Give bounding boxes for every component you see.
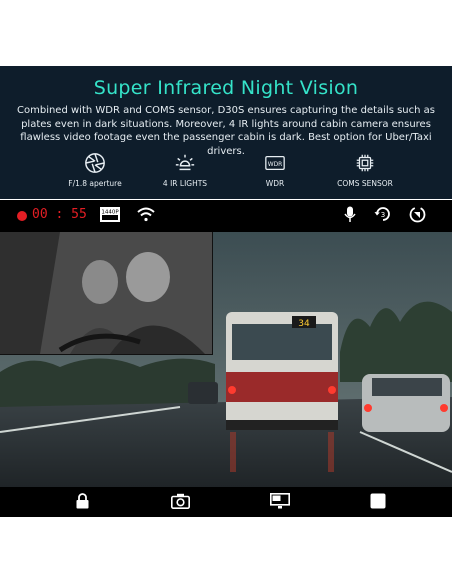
loop-recording-icon[interactable]: 3 (374, 206, 392, 223)
feature-list: F/1.8 aperture 4 IR LIGHTS WDR WDR COMS … (50, 152, 410, 192)
resolution-badge: 1440P (101, 210, 119, 216)
cmos-chip-icon (356, 154, 374, 172)
feature-label: COMS SENSOR (337, 179, 393, 188)
feature-label: F/1.8 aperture (68, 179, 122, 188)
video-feed: 34 (0, 232, 452, 487)
feature-ir-lights: 4 IR LIGHTS (140, 152, 230, 192)
cabin-scene (0, 232, 212, 354)
feature-label: 4 IR LIGHTS (162, 179, 208, 188)
feature-sensor: COMS SENSOR (320, 152, 410, 192)
feature-aperture: F/1.8 aperture (50, 152, 140, 192)
microphone-icon[interactable] (344, 206, 356, 223)
rotate-icon[interactable] (409, 206, 426, 223)
bus-route-number: 34 (298, 319, 310, 329)
lock-icon[interactable] (76, 493, 89, 509)
recording-timer: 00 : 55 (32, 207, 87, 222)
aperture-icon (85, 153, 105, 173)
banner-description: Combined with WDR and COMS sensor, D30S … (17, 105, 435, 157)
svg-text:3: 3 (381, 211, 385, 219)
wdr-icon: WDR (265, 155, 285, 171)
banner-title: Super Infrared Night Vision (93, 77, 359, 99)
resolution-icon: 1440P (100, 207, 120, 222)
svg-text:WDR: WDR (268, 161, 283, 168)
recording-indicator-icon (17, 211, 27, 221)
feature-wdr: WDR WDR (230, 152, 320, 192)
wifi-icon[interactable] (137, 207, 155, 222)
camera-icon[interactable] (171, 493, 190, 509)
feature-label: WDR (265, 179, 285, 188)
cabin-camera-inset (0, 232, 213, 355)
ir-light-icon (175, 154, 195, 171)
picture-in-picture-icon[interactable] (270, 493, 290, 509)
stop-icon[interactable] (370, 493, 386, 509)
